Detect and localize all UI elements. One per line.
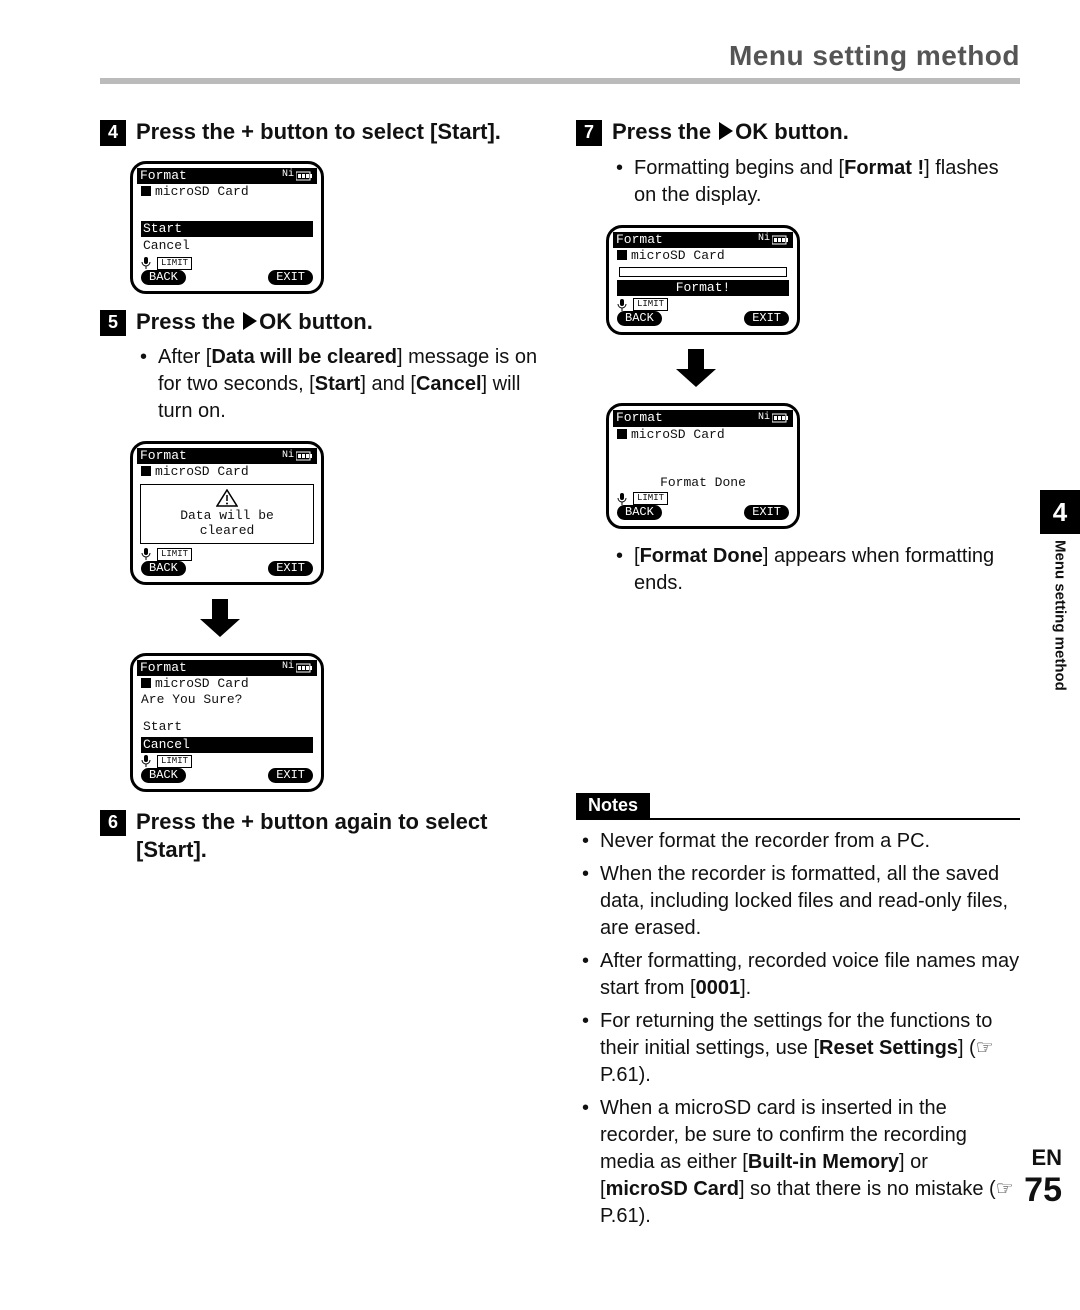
- step-5-heading: 5 Press the OK button.: [100, 308, 544, 337]
- side-tab: 4 Menu setting method: [1040, 490, 1080, 691]
- battery-icon: Ni: [758, 233, 790, 246]
- note-2: When the recorder is formatted, all the …: [582, 861, 1020, 942]
- notes-list: Never format the recorder from a PC. Whe…: [576, 828, 1020, 1230]
- play-icon: [243, 312, 257, 330]
- lcd-warning-box: Data will be cleared: [140, 484, 314, 544]
- battery-icon: Ni: [282, 450, 314, 463]
- step-4-heading: 4 Press the + button to select [Start].: [100, 118, 544, 147]
- mic-icon: [141, 755, 151, 767]
- step-6-heading: 6 Press the + button again to select [St…: [100, 808, 544, 865]
- step-5-bullet-1: After [Data will be cleared] message is …: [140, 344, 544, 425]
- footer-page-number: 75: [1024, 1171, 1062, 1210]
- note-3: After formatting, recorded voice file na…: [582, 948, 1020, 1002]
- lcd-option-start: Start: [141, 221, 313, 237]
- side-chapter-title: Menu setting method: [1052, 540, 1069, 691]
- warning-icon: [143, 489, 311, 507]
- step-7-number: 7: [576, 120, 602, 146]
- step-5-text: Press the OK button.: [136, 308, 373, 337]
- lcd-format-done-text: Format Done: [613, 475, 793, 491]
- step-7-text: Press the OK button.: [612, 118, 849, 147]
- page-header: Menu setting method: [100, 40, 1020, 72]
- page-footer: EN 75: [1024, 1145, 1062, 1210]
- step-5-bullets: After [Data will be cleared] message is …: [100, 344, 544, 425]
- step-4-number: 4: [100, 120, 126, 146]
- mic-icon: [141, 257, 151, 269]
- mic-icon: [617, 299, 627, 311]
- softkey-back: BACK: [141, 270, 186, 285]
- step-7-heading: 7 Press the OK button.: [576, 118, 1020, 147]
- right-column: 7 Press the OK button. Formatting begins…: [576, 114, 1020, 1246]
- lcd-screen-format-menu: Format Ni microSD Card Start Cancel LIMI…: [130, 161, 324, 294]
- notes-section: Notes Never format the recorder from a P…: [576, 773, 1020, 1230]
- mic-icon: [617, 493, 627, 505]
- mic-icon: [141, 548, 151, 560]
- battery-icon: Ni: [282, 169, 314, 182]
- lcd-screen-are-you-sure: Format Ni microSD Card Are You Sure? Sta…: [130, 653, 324, 792]
- step-6-number: 6: [100, 810, 126, 836]
- lcd-screen-format-done: Format Ni microSD Card Format Done LIMIT…: [606, 403, 800, 529]
- lcd-screen-data-cleared: Format Ni microSD Card Data will be clea…: [130, 441, 324, 584]
- lcd-confirm-text: Are You Sure?: [137, 692, 317, 708]
- note-4: For returning the settings for the funct…: [582, 1008, 1020, 1089]
- side-chapter-number: 4: [1040, 490, 1080, 534]
- notes-label: Notes: [576, 793, 650, 818]
- lcd-title: Format: [140, 168, 187, 184]
- lcd-option-start: Start: [141, 719, 313, 735]
- step-7-bullets-top: Formatting begins and [Format !] flashes…: [576, 155, 1020, 209]
- note-1: Never format the recorder from a PC.: [582, 828, 1020, 855]
- step-7-bullets-bottom: [Format Done] appears when formatting en…: [576, 543, 1020, 597]
- header-rule: [100, 78, 1020, 84]
- lcd-format-flash: Format!: [617, 280, 789, 296]
- arrow-down-icon: [130, 599, 310, 639]
- step-4-text: Press the + button to select [Start].: [136, 118, 501, 147]
- notes-rule: [576, 818, 1020, 820]
- play-icon: [719, 122, 733, 140]
- step-6-text: Press the + button again to select [Star…: [136, 808, 544, 865]
- note-5: When a microSD card is inserted in the r…: [582, 1095, 1020, 1230]
- lcd-sd-line: microSD Card: [137, 184, 317, 200]
- softkey-exit: EXIT: [268, 270, 313, 285]
- progress-bar-icon: [619, 267, 787, 277]
- lcd-option-cancel: Cancel: [141, 737, 313, 753]
- battery-icon: Ni: [282, 661, 314, 674]
- header-title: Menu setting method: [729, 40, 1020, 72]
- lcd-option-cancel: Cancel: [141, 238, 313, 254]
- lcd-screen-formatting: Format Ni microSD Card Format! LIMIT BAC…: [606, 225, 800, 336]
- step-5-number: 5: [100, 310, 126, 336]
- battery-icon: Ni: [758, 412, 790, 425]
- left-column: 4 Press the + button to select [Start]. …: [100, 114, 544, 1246]
- step-7-bullet-1: Formatting begins and [Format !] flashes…: [616, 155, 1020, 209]
- step-7-bullet-2: [Format Done] appears when formatting en…: [616, 543, 1020, 597]
- limit-tag: LIMIT: [157, 257, 192, 270]
- arrow-down-icon: [606, 349, 786, 389]
- footer-language: EN: [1024, 1145, 1062, 1171]
